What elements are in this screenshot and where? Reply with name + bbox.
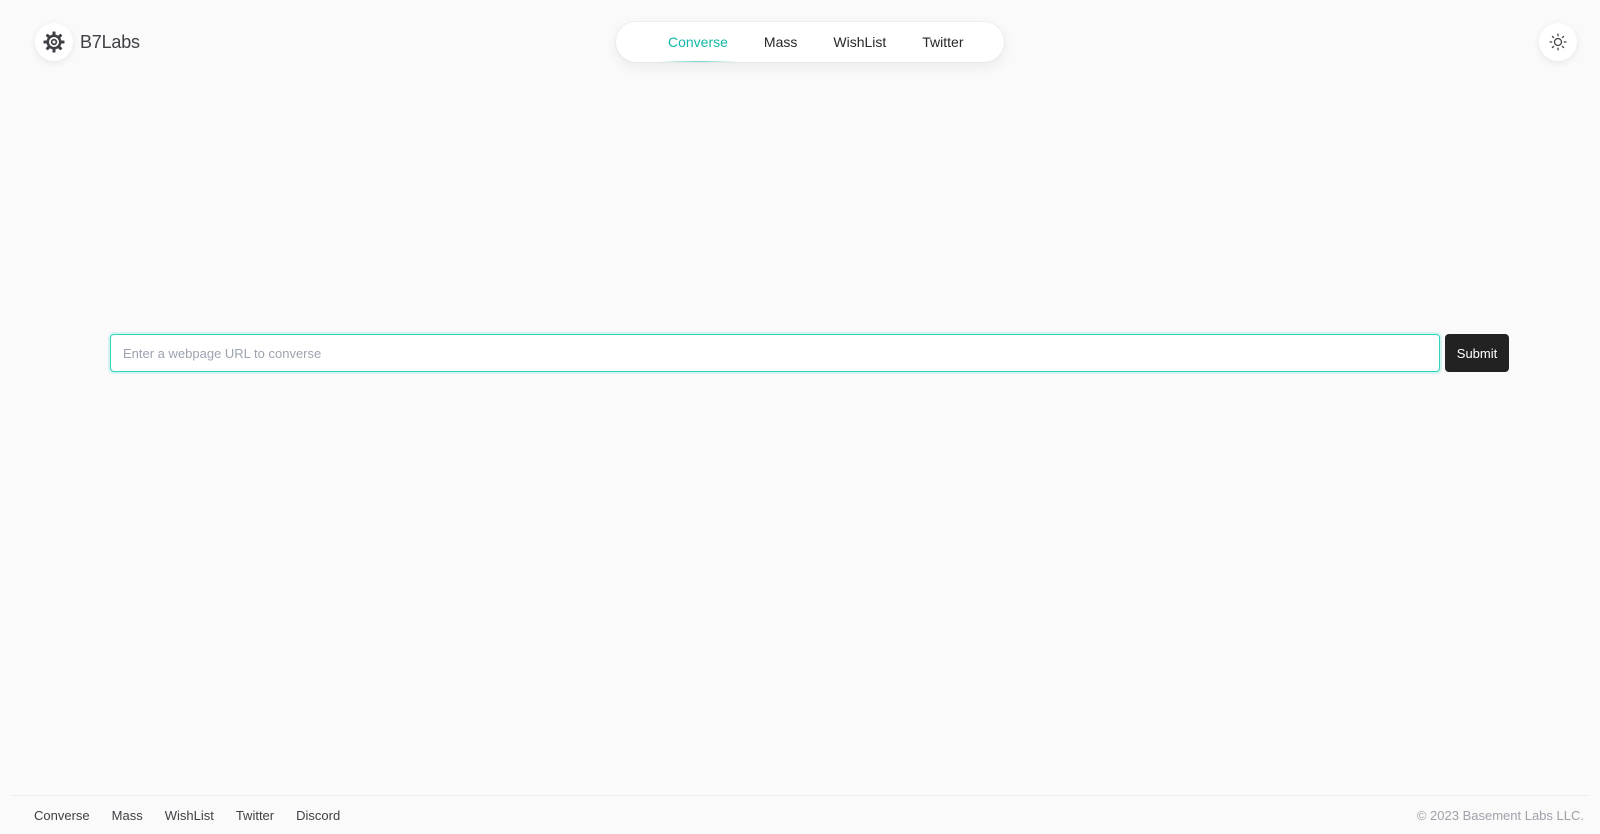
top-nav: Converse Mass WishList Twitter — [616, 22, 1004, 62]
submit-button[interactable]: Submit — [1445, 334, 1509, 372]
url-input[interactable] — [110, 334, 1441, 372]
header: B7Labs Converse Mass WishList Twitter — [0, 0, 1600, 84]
nav-item-wishlist[interactable]: WishList — [815, 22, 904, 62]
nav-item-converse[interactable]: Converse — [650, 22, 746, 62]
footer-link-wishlist[interactable]: WishList — [165, 808, 214, 823]
page: B7Labs Converse Mass WishList Twitter En… — [0, 0, 1600, 834]
footer-link-mass[interactable]: Mass — [112, 808, 143, 823]
footer-link-converse[interactable]: Converse — [34, 808, 90, 823]
nav-item-twitter[interactable]: Twitter — [904, 22, 981, 62]
copyright-text: © 2023 Basement Labs LLC. — [1416, 807, 1584, 823]
footer-link-twitter[interactable]: Twitter — [236, 808, 274, 823]
theme-toggle-button[interactable] — [1539, 23, 1577, 61]
url-form: Submit — [110, 334, 1509, 372]
logo — [35, 23, 73, 61]
brand-name: B7Labs — [80, 31, 140, 52]
gear-cog-icon — [43, 31, 65, 53]
footer-link-discord[interactable]: Discord — [296, 808, 340, 823]
sun-icon — [1549, 33, 1567, 51]
footer-links: Converse Mass WishList Twitter Discord — [10, 808, 362, 823]
nav-item-mass[interactable]: Mass — [746, 22, 815, 62]
brand-link[interactable]: B7Labs — [35, 23, 140, 61]
footer: Converse Mass WishList Twitter Discord ©… — [10, 795, 1590, 834]
